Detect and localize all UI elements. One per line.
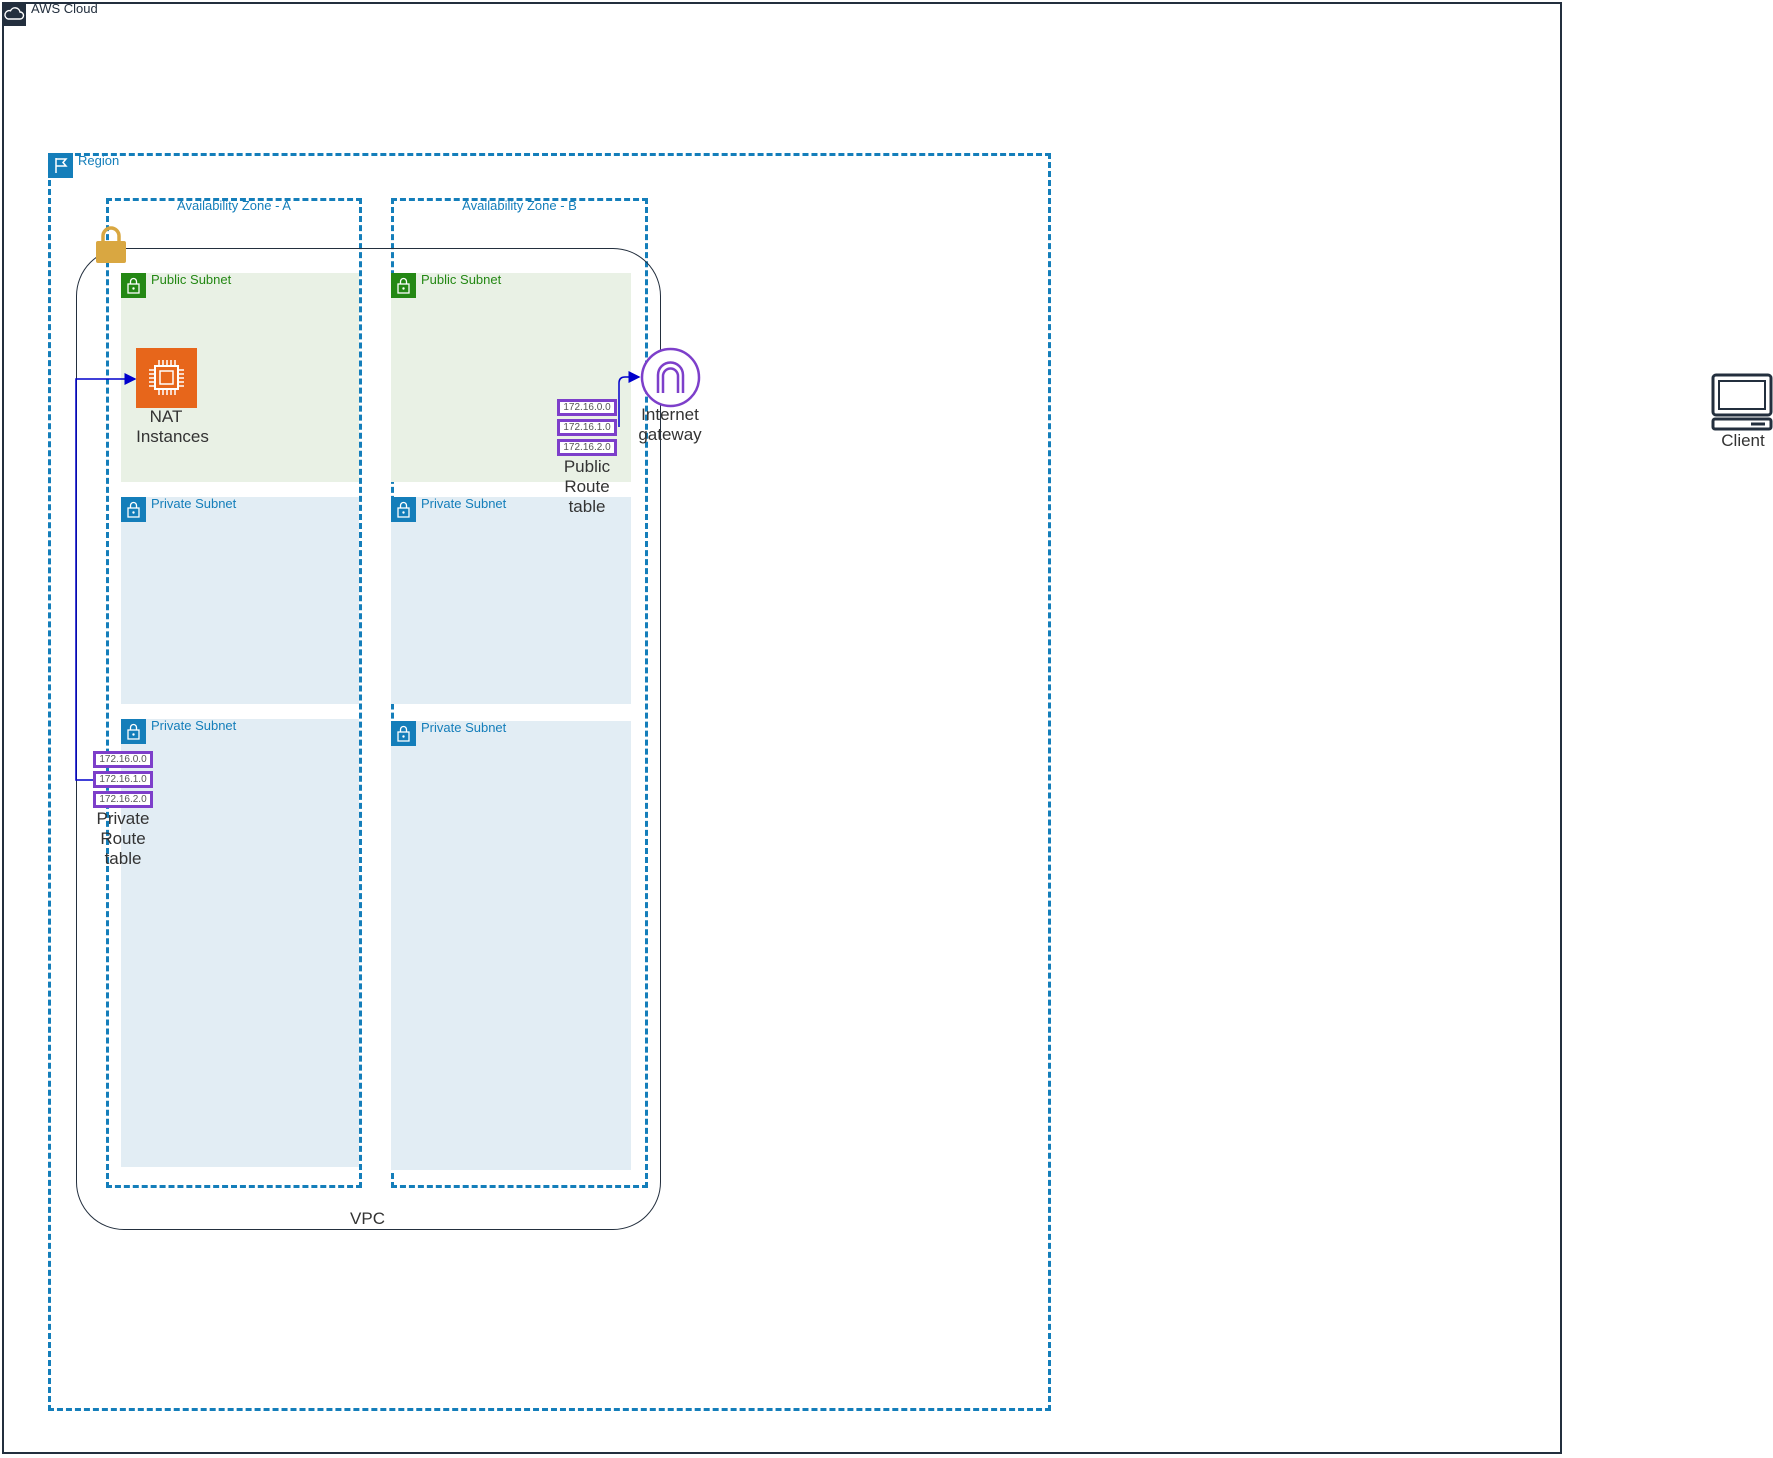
internet-gateway-icon[interactable] xyxy=(640,347,701,408)
nat-label-line2: Instances xyxy=(136,427,209,446)
internet-gateway-label-line2: gateway xyxy=(638,425,702,444)
route-entry: 172.16.0.0 xyxy=(93,751,153,768)
route-entry: 172.16.2.0 xyxy=(557,439,617,456)
private-route-table-label-line2: Route xyxy=(100,829,146,848)
private-route-table-label-line3: table xyxy=(104,849,142,868)
public-route-table-label-line3: table xyxy=(568,497,606,516)
internet-gateway-label-line1: Internet xyxy=(641,405,699,424)
ec2-instance-icon[interactable] xyxy=(136,348,197,408)
nat-label-line1: NAT xyxy=(149,407,183,426)
client-computer-icon[interactable] xyxy=(1711,373,1773,431)
client-label: Client xyxy=(1721,431,1765,450)
route-entry: 172.16.1.0 xyxy=(557,419,617,436)
route-entry: 172.16.2.0 xyxy=(93,791,153,808)
connector-layer xyxy=(75,371,641,781)
route-entry: 172.16.1.0 xyxy=(93,771,153,788)
public-route-table-label-line2: Route xyxy=(564,477,610,496)
private-route-table-label-line1: Private xyxy=(96,809,150,828)
public-route-table-label-line1: Public xyxy=(563,457,611,476)
route-entry: 172.16.0.0 xyxy=(557,399,617,416)
